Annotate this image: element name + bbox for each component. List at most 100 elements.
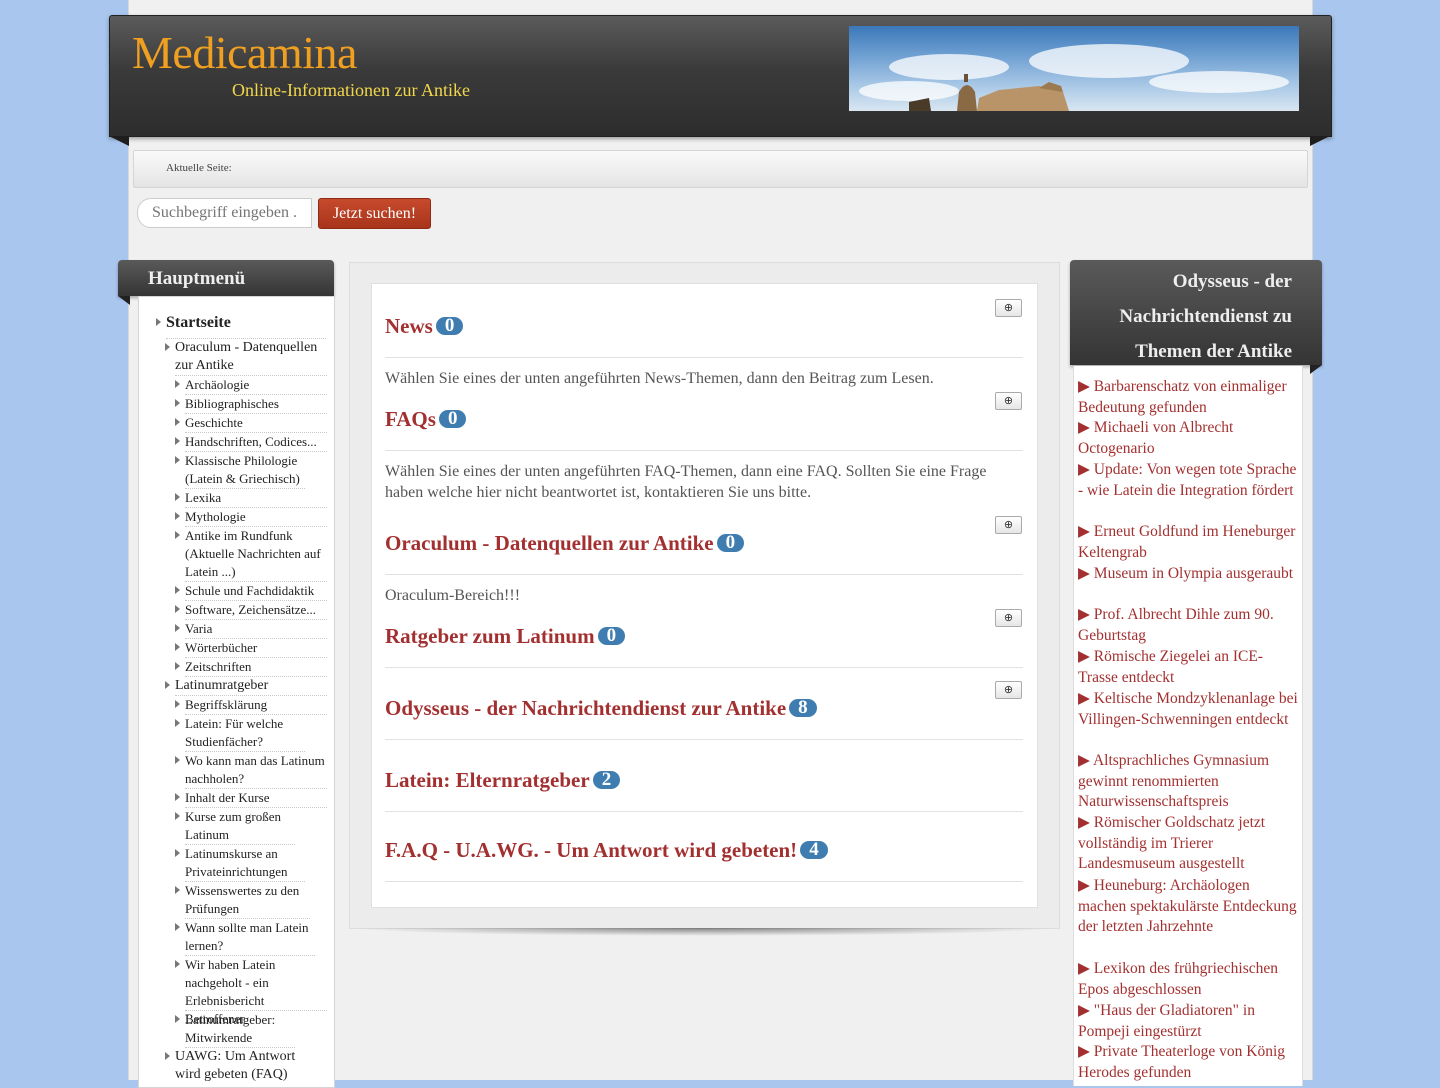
header-banner-image bbox=[849, 26, 1299, 111]
menu-item-handschriften[interactable]: Handschriften, Codices... bbox=[175, 433, 327, 452]
count-badge: 2 bbox=[592, 770, 621, 789]
divider bbox=[385, 881, 1023, 882]
menu-item-latinumratgeber[interactable]: Latinumratgeber bbox=[165, 677, 327, 696]
expand-oraculum-button[interactable]: ⊕ bbox=[995, 516, 1022, 534]
category-title-ratgeber[interactable]: Ratgeber zum Latinum 0 bbox=[385, 624, 626, 649]
site-subtitle: Online-Informationen zur Antike bbox=[232, 80, 470, 100]
ruins-illustration bbox=[909, 74, 1069, 111]
caret-right-icon bbox=[175, 662, 180, 670]
category-title-uawg[interactable]: F.A.Q - U.A.WG. - Um Antwort wird gebete… bbox=[385, 838, 828, 863]
news-item[interactable]: ▶ Heuneburg: Archäologen machen spektaku… bbox=[1078, 876, 1298, 938]
breadcrumb-label: Aktuelle Seite: bbox=[166, 162, 232, 174]
menu-item-uawg[interactable]: UAWG: Um Antwort wird gebeten (FAQ) bbox=[165, 1048, 310, 1084]
menu-item-pruefungen[interactable]: Wissenswertes zu den Prüfungen bbox=[175, 882, 310, 919]
divider bbox=[385, 574, 1023, 575]
news-item[interactable]: ▶ Altsprachliches Gymnasium gewinnt reno… bbox=[1078, 751, 1298, 813]
category-title-odysseus[interactable]: Odysseus - der Nachrichtendienst zur Ant… bbox=[385, 696, 817, 721]
caret-right-icon bbox=[175, 586, 180, 594]
category-title-faqs[interactable]: FAQs 0 bbox=[385, 407, 467, 432]
news-item[interactable]: ▶ Prof. Albrecht Dihle zum 90. Geburtsta… bbox=[1078, 605, 1298, 646]
menu-item-lexika[interactable]: Lexika bbox=[175, 489, 327, 508]
content-shadow bbox=[349, 928, 1058, 936]
menu-fold bbox=[118, 296, 130, 305]
expand-news-button[interactable]: ⊕ bbox=[995, 299, 1022, 317]
caret-right-icon bbox=[175, 531, 180, 539]
menu-item-woerterbuecher[interactable]: Wörterbücher bbox=[175, 639, 327, 658]
caret-right-icon bbox=[175, 849, 180, 857]
search-button[interactable]: Jetzt suchen! bbox=[318, 198, 431, 229]
news-item[interactable]: ▶ Michaeli von Albrecht Octogenario bbox=[1078, 418, 1298, 459]
category-title-elternratgeber[interactable]: Latein: Elternratgeber 2 bbox=[385, 768, 621, 793]
caret-right-icon bbox=[175, 719, 180, 727]
caret-right-icon bbox=[175, 700, 180, 708]
menu-item-schule[interactable]: Schule und Fachdidaktik bbox=[175, 582, 327, 601]
caret-right-icon bbox=[175, 399, 180, 407]
menu-item-wann-latein[interactable]: Wann sollte man Latein lernen? bbox=[175, 919, 315, 956]
divider bbox=[385, 357, 1023, 358]
count-badge: 8 bbox=[789, 698, 817, 717]
menu-item-archaeologie[interactable]: Archäologie bbox=[175, 376, 327, 395]
news-item[interactable]: ▶ "Haus der Gladiatoren" in Pompeji eing… bbox=[1078, 1001, 1298, 1042]
menu-item-erlebnisbericht[interactable]: Wir haben Latein nachgeholt - ein Erlebn… bbox=[175, 956, 327, 1026]
count-badge: 4 bbox=[800, 840, 828, 859]
header-fold-right bbox=[1310, 136, 1330, 146]
caret-right-icon bbox=[165, 1052, 170, 1060]
expand-odysseus-button[interactable]: ⊕ bbox=[995, 681, 1022, 699]
divider bbox=[385, 811, 1023, 812]
site-header: Medicamina Online-Informationen zur Anti… bbox=[109, 15, 1332, 137]
caret-right-icon bbox=[175, 793, 180, 801]
count-badge: 0 bbox=[597, 626, 626, 645]
news-item[interactable]: ▶ Erneut Goldfund im Heneburger Keltengr… bbox=[1078, 522, 1298, 563]
news-panel-header: Odysseus - der Nachrichtendienst zu Them… bbox=[1070, 260, 1322, 365]
news-item[interactable]: ▶ Römischer Goldschatz jetzt vollständig… bbox=[1078, 813, 1298, 875]
menu-item-latinum-nachholen[interactable]: Wo kann man das Latinum nachholen? bbox=[175, 752, 327, 789]
category-description-oraculum: Oraculum-Bereich!!! bbox=[385, 587, 521, 604]
caret-right-icon bbox=[175, 624, 180, 632]
divider bbox=[385, 739, 1023, 740]
caret-right-icon bbox=[175, 437, 180, 445]
header-fold-left bbox=[109, 136, 129, 146]
count-badge: 0 bbox=[716, 533, 745, 552]
caret-right-icon bbox=[175, 886, 180, 894]
caret-right-icon bbox=[175, 812, 180, 820]
news-item[interactable]: ▶ Keltische Mondzyklenanlage bei Villing… bbox=[1078, 689, 1298, 730]
menu-item-antike-im-rundfunk[interactable]: Antike im Rundfunk (Aktuelle Nachrichten… bbox=[175, 527, 327, 582]
menu-item-geschichte[interactable]: Geschichte bbox=[175, 414, 327, 433]
menu-item-varia[interactable]: Varia bbox=[175, 620, 327, 639]
news-item[interactable]: ▶ Museum in Olympia ausgeraubt bbox=[1078, 564, 1298, 585]
breadcrumb: Aktuelle Seite: bbox=[133, 150, 1308, 188]
menu-item-mythologie[interactable]: Mythologie bbox=[175, 508, 327, 527]
expand-ratgeber-button[interactable]: ⊕ bbox=[995, 609, 1022, 627]
news-fold bbox=[1310, 365, 1322, 374]
menu-item-bibliographisches[interactable]: Bibliographisches bbox=[175, 395, 327, 414]
site-title[interactable]: Medicamina bbox=[132, 26, 357, 79]
count-badge: 0 bbox=[435, 316, 464, 335]
menu-item-privateinrichtungen[interactable]: Latinumskurse an Privateinrichtungen bbox=[175, 845, 305, 882]
news-item[interactable]: ▶ Private Theaterloge von König Herodes … bbox=[1078, 1042, 1298, 1083]
news-item[interactable]: ▶ Update: Von wegen tote Sprache - wie L… bbox=[1078, 460, 1298, 501]
menu-item-software[interactable]: Software, Zeichensätze... bbox=[175, 601, 327, 620]
category-title-oraculum[interactable]: Oraculum - Datenquellen zur Antike 0 bbox=[385, 531, 745, 556]
search-input[interactable] bbox=[137, 198, 312, 228]
main-menu-header: Hauptmenü bbox=[118, 260, 334, 296]
menu-item-studienfaecher[interactable]: Latein: Für welche Studienfächer? bbox=[175, 715, 305, 752]
menu-item-zeitschriften[interactable]: Zeitschriften bbox=[175, 658, 327, 677]
menu-item-klassische-philologie[interactable]: Klassische Philologie (Latein & Griechis… bbox=[175, 452, 305, 489]
menu-item-grosses-latinum[interactable]: Kurse zum großen Latinum bbox=[175, 808, 295, 845]
menu-item-startseite[interactable]: Startseite bbox=[156, 314, 326, 339]
menu-item-begriffsklaerung[interactable]: Begriffsklärung bbox=[175, 696, 327, 715]
divider bbox=[385, 450, 1023, 451]
news-item[interactable]: ▶ Römische Ziegelei an ICE-Trasse entdec… bbox=[1078, 647, 1298, 688]
menu-item-inhalt-kurse[interactable]: Inhalt der Kurse bbox=[175, 789, 327, 808]
expand-faqs-button[interactable]: ⊕ bbox=[995, 392, 1022, 410]
caret-right-icon bbox=[175, 605, 180, 613]
news-item[interactable]: ▶ Lexikon des frühgriechischen Epos abge… bbox=[1078, 959, 1298, 1000]
menu-item-oraculum[interactable]: Oraculum - Datenquellen zur Antike bbox=[165, 339, 327, 376]
menu-item-mitwirkende[interactable]: Latinumratgeber: Mitwirkende bbox=[175, 1011, 295, 1048]
category-title-news[interactable]: News 0 bbox=[385, 314, 464, 339]
caret-right-icon bbox=[175, 512, 180, 520]
news-item[interactable]: ▶ Barbarenschatz von einmaliger Bedeutun… bbox=[1078, 377, 1298, 418]
caret-right-icon bbox=[175, 1015, 180, 1023]
caret-right-icon bbox=[175, 493, 180, 501]
divider bbox=[385, 667, 1023, 668]
